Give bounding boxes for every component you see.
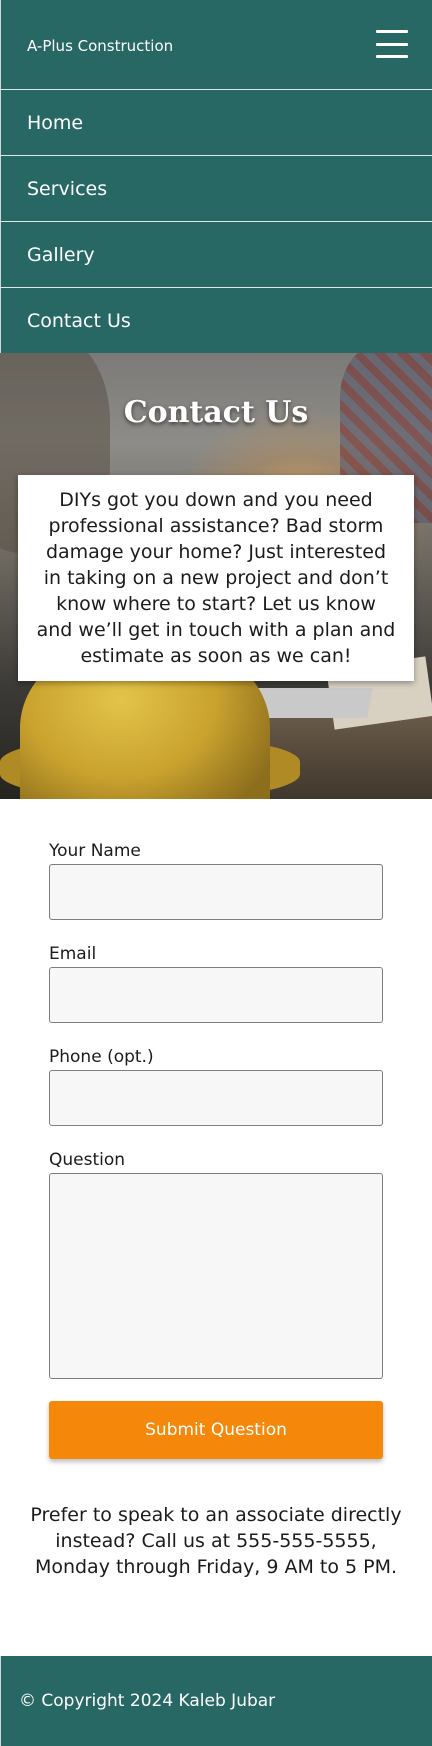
nav-item-services[interactable]: Services	[0, 155, 432, 221]
hamburger-line	[376, 42, 408, 46]
phone-input[interactable]	[49, 1070, 383, 1126]
main-nav: Home Services Gallery Contact Us	[0, 89, 432, 353]
brand-name[interactable]: A-Plus Construction	[27, 37, 173, 55]
hero-banner: Contact Us DIYs got you down and you nee…	[0, 353, 432, 799]
copyright-text: © Copyright 2024 Kaleb Jubar	[19, 1691, 276, 1711]
question-label: Question	[49, 1150, 126, 1170]
call-us-text: Prefer to speak to an associate directly…	[30, 1504, 402, 1578]
hero-intro-card: DIYs got you down and you need professio…	[18, 475, 414, 681]
hamburger-line	[376, 55, 408, 58]
site-header: A-Plus Construction	[0, 0, 432, 89]
hamburger-menu-icon[interactable]	[376, 30, 408, 58]
page-title: Contact Us	[123, 395, 309, 430]
name-label: Your Name	[49, 841, 141, 861]
hamburger-line	[376, 30, 408, 33]
hero-intro-text: DIYs got you down and you need professio…	[36, 489, 396, 667]
email-input[interactable]	[49, 967, 383, 1023]
phone-label: Phone (opt.)	[49, 1047, 154, 1067]
nav-item-label: Home	[27, 111, 84, 134]
question-textarea[interactable]	[49, 1173, 383, 1379]
site-footer: © Copyright 2024 Kaleb Jubar	[0, 1656, 432, 1746]
nav-item-home[interactable]: Home	[0, 89, 432, 155]
email-label: Email	[49, 944, 97, 964]
nav-item-label: Contact Us	[27, 309, 131, 332]
nav-item-contact-us[interactable]: Contact Us	[0, 287, 432, 353]
submit-question-button[interactable]: Submit Question	[49, 1401, 383, 1459]
nav-item-label: Services	[27, 177, 108, 200]
name-input[interactable]	[49, 864, 383, 920]
nav-item-label: Gallery	[27, 243, 95, 266]
nav-item-gallery[interactable]: Gallery	[0, 221, 432, 287]
